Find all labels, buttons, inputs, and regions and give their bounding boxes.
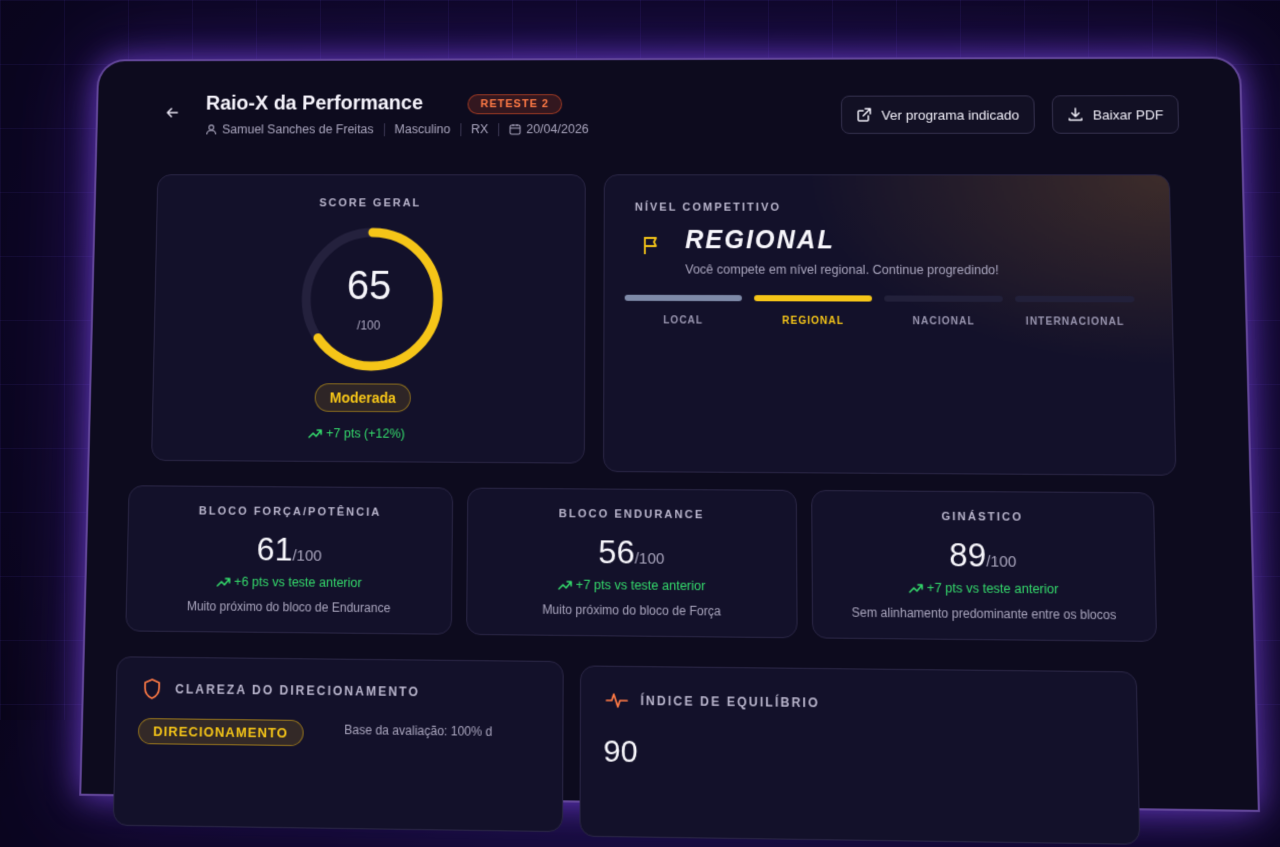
level-bar (1015, 295, 1135, 303)
level-local: LOCAL (624, 294, 742, 327)
classification-badge: Moderada (314, 383, 412, 413)
shield-icon (143, 678, 162, 699)
trending-up-icon (216, 576, 230, 586)
level-regional: REGIONAL (754, 295, 873, 328)
direction-badge: DIRECIONAMENTO (137, 717, 304, 747)
block-card-strength: BLOCO FORÇA/POTÊNCIA 61/100 +6 pts vs te… (125, 485, 454, 635)
level-bar (624, 294, 742, 302)
block-score: 56 (598, 533, 635, 571)
flag-icon (641, 234, 663, 256)
reteste-badge: RETESTE 2 (467, 94, 563, 115)
calendar-icon (509, 124, 521, 135)
block-delta-text: +7 pts vs teste anterior (575, 577, 706, 594)
block-label: BLOCO ENDURANCE (558, 507, 705, 522)
level-bar (754, 295, 873, 302)
download-pdf-label: Baixar PDF (1092, 106, 1164, 123)
block-max: /100 (986, 552, 1017, 571)
score-card: SCORE GERAL 65 /100 Moderada +7 pts (+12… (151, 174, 586, 464)
block-delta: +7 pts vs teste anterior (467, 577, 796, 595)
athlete-name: Samuel Sanches de Freitas (222, 122, 374, 137)
balance-value: 90 (603, 734, 638, 770)
external-link-icon (856, 107, 872, 123)
trending-up-icon (308, 428, 322, 438)
score-delta-text: +7 pts (+12%) (326, 426, 406, 441)
user-icon (205, 123, 217, 135)
block-score: 61 (256, 530, 293, 568)
competitive-level-description: Você compete em nível regional. Continue… (685, 262, 999, 278)
trending-up-icon (908, 583, 923, 594)
block-delta-text: +6 pts vs teste anterior (234, 574, 362, 591)
score-value: 65 (346, 263, 392, 309)
report-panel: Raio-X da Performance RETESTE 2 Samuel S… (79, 56, 1260, 845)
block-max: /100 (634, 549, 665, 568)
page-title: Raio-X da Performance (205, 92, 424, 115)
balance-card: ÍNDICE DE EQUILÍBRIO 90 (579, 665, 1141, 845)
activity-icon (606, 692, 629, 709)
trending-up-icon (558, 579, 572, 590)
score-delta: +7 pts (+12%) (308, 426, 405, 441)
balance-label: ÍNDICE DE EQUILÍBRIO (640, 693, 820, 711)
level-label: LOCAL (663, 315, 704, 327)
block-value: 61/100 (128, 529, 452, 570)
block-value: 56/100 (468, 532, 797, 573)
block-value: 89/100 (812, 535, 1154, 577)
level-nacional: NACIONAL (884, 295, 1003, 328)
download-pdf-button[interactable]: Baixar PDF (1051, 95, 1180, 134)
athlete-gender: Masculino (394, 122, 451, 137)
test-date: 20/04/2026 (526, 122, 589, 137)
block-note: Sem alinhamento predominante entre os bl… (851, 605, 1117, 623)
block-max: /100 (292, 547, 322, 565)
block-note: Muito próximo do bloco de Endurance (186, 598, 391, 616)
level-label: INTERNACIONAL (1025, 316, 1125, 329)
divider (383, 122, 385, 136)
level-label: NACIONAL (912, 316, 975, 328)
divider (498, 122, 500, 136)
athlete-meta: Samuel Sanches de Freitas Masculino RX 2… (205, 122, 589, 137)
level-bar (884, 295, 1003, 302)
divider (460, 122, 462, 136)
view-program-button[interactable]: Ver programa indicado (840, 95, 1035, 134)
view-program-label: Ver programa indicado (881, 107, 1020, 123)
block-label: BLOCO FORÇA/POTÊNCIA (198, 505, 382, 519)
score-label: SCORE GERAL (319, 197, 422, 210)
balance-header: ÍNDICE DE EQUILÍBRIO (606, 692, 820, 711)
block-delta: +6 pts vs teste anterior (127, 574, 451, 591)
level-progress: LOCAL REGIONAL NACIONAL INTERNACIONAL (624, 294, 1135, 329)
score-max: /100 (356, 318, 381, 333)
clarity-note: Base da avaliação: 100% d (344, 722, 493, 740)
block-card-gymnastic: GINÁSTICO 89/100 +7 pts vs teste anterio… (811, 489, 1158, 642)
download-icon (1067, 106, 1084, 122)
competitive-level-label: NÍVEL COMPETITIVO (634, 201, 782, 214)
back-arrow-icon[interactable] (164, 105, 180, 126)
block-card-endurance: BLOCO ENDURANCE 56/100 +7 pts vs teste a… (466, 487, 798, 639)
block-delta: +7 pts vs teste anterior (813, 580, 1155, 598)
competitive-level-card: NÍVEL COMPETITIVO REGIONAL Você compete … (603, 174, 1177, 476)
athlete-category: RX (471, 122, 489, 137)
level-internacional: INTERNACIONAL (1015, 295, 1135, 329)
block-label: GINÁSTICO (941, 510, 1024, 524)
clarity-header: CLAREZA DO DIRECIONAMENTO (143, 678, 420, 702)
block-delta-text: +7 pts vs teste anterior (926, 580, 1059, 597)
clarity-card: CLAREZA DO DIRECIONAMENTO DIRECIONAMENTO… (112, 656, 564, 833)
block-score: 89 (949, 535, 987, 574)
competitive-level-title: REGIONAL (685, 225, 835, 255)
level-label: REGIONAL (782, 315, 845, 328)
block-note: Muito próximo do bloco de Força (542, 602, 721, 619)
clarity-label: CLAREZA DO DIRECIONAMENTO (175, 681, 420, 700)
